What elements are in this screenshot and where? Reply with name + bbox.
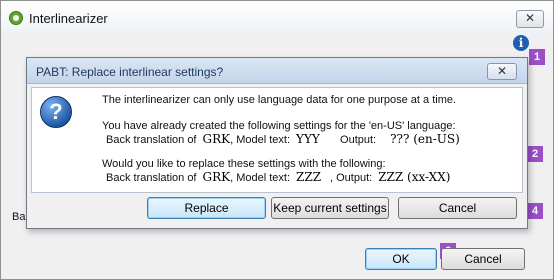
replace-button[interactable]: Replace [147,197,266,219]
intro-text: The interlinearizer can only use languag… [102,94,457,106]
current-settings-intro: You have already created the following s… [102,120,456,132]
ok-button[interactable]: OK [365,248,437,270]
question-icon: ? [40,96,72,128]
current-output-label: Output: [340,134,377,146]
current-model-text-label: , Model text: [230,134,291,146]
window-title: Interlinearizer [29,11,108,26]
current-settings-row: Back translation of GRK , Model text: YY… [106,132,491,146]
current-model-text-value: YYY [296,132,337,146]
current-output-value: ??? (en-US) [390,132,491,146]
window-titlebar: Interlinearizer ✕ [1,1,553,35]
dialog-titlebar: PABT: Replace interlinear settings? ✕ [27,58,527,84]
new-model-text-value: ZZZ [296,170,331,184]
window-cancel-button[interactable]: Cancel [441,248,525,270]
info-icon[interactable]: i [513,35,529,51]
dialog-cancel-button[interactable]: Cancel [398,197,517,219]
new-output-value: ZZZ (xx-XX) [378,170,469,184]
current-back-translation-label: Back translation of [106,134,197,146]
callout-badge-1: 1 [529,49,545,65]
new-model-text-label: , Model text: [230,172,291,184]
new-back-translation-value: GRK [202,170,231,184]
new-settings-row: Back translation of GRK , Model text: ZZ… [106,170,469,184]
back-translation-label-partial: Ba [12,211,26,223]
current-back-translation-value: GRK [202,132,231,146]
new-back-translation-label: Back translation of [106,172,197,184]
dialog-title: PABT: Replace interlinear settings? [36,65,224,79]
app-logo-icon [9,11,23,25]
new-output-label: , Output: [330,172,373,184]
replace-settings-dialog: PABT: Replace interlinear settings? ✕ ? … [26,57,528,229]
replace-settings-intro: Would you like to replace these settings… [102,158,386,170]
callout-badge-2: 2 [527,146,543,162]
callout-badge-4: 4 [527,203,543,219]
keep-current-settings-button[interactable]: Keep current settings [271,197,389,219]
dialog-close-button[interactable]: ✕ [487,63,517,80]
window-close-button[interactable]: ✕ [516,10,544,28]
dialog-message-area: ? The interlinearizer can only use langu… [31,87,523,193]
